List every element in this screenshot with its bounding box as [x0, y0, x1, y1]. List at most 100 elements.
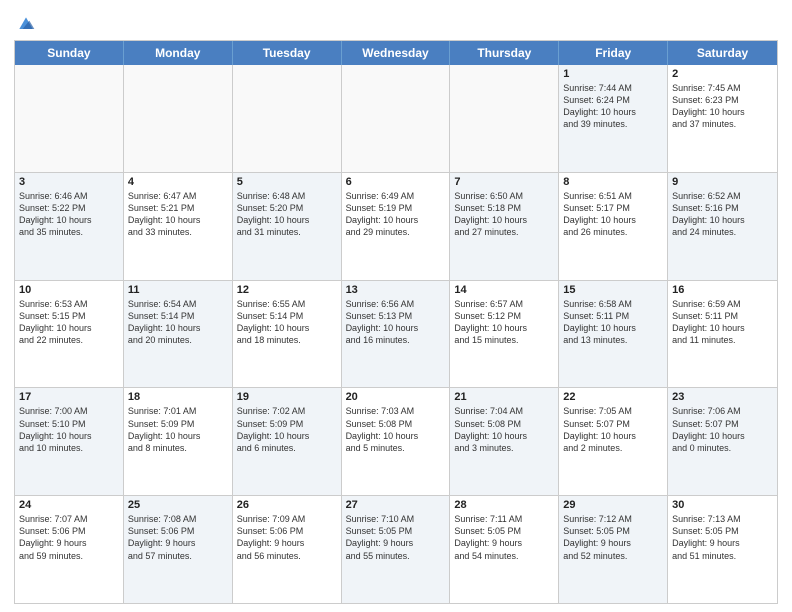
- calendar-cell-22: 22Sunrise: 7:05 AM Sunset: 5:07 PM Dayli…: [559, 388, 668, 495]
- header-day-sunday: Sunday: [15, 41, 124, 65]
- calendar-cell-6: 6Sunrise: 6:49 AM Sunset: 5:19 PM Daylig…: [342, 173, 451, 280]
- day-info: Sunrise: 6:53 AM Sunset: 5:15 PM Dayligh…: [19, 298, 119, 347]
- calendar-cell-10: 10 Sunrise: 6:53 AM Sunset: 5:15 PM Dayli…: [15, 281, 124, 388]
- calendar-cell-19: 19Sunrise: 7:02 AM Sunset: 5:09 PM Dayli…: [233, 388, 342, 495]
- calendar-row-4: 24 Sunrise: 7:07 AM Sunset: 5:06 PM Dayli…: [15, 496, 777, 603]
- day-info: Sunrise: 6:56 AM Sunset: 5:13 PM Dayligh…: [346, 298, 446, 347]
- header: [14, 10, 778, 34]
- calendar-cell-17: 17 Sunrise: 7:00 AM Sunset: 5:10 PM Dayli…: [15, 388, 124, 495]
- day-info: Sunrise: 6:59 AM Sunset: 5:11 PM Dayligh…: [672, 298, 773, 347]
- day-info: Sunrise: 7:12 AM Sunset: 5:05 PM Dayligh…: [563, 513, 663, 562]
- day-number: 25: [128, 499, 228, 511]
- calendar-cell-11: 11 Sunrise: 6:54 AM Sunset: 5:14 PM Dayli…: [124, 281, 233, 388]
- header-day-thursday: Thursday: [450, 41, 559, 65]
- calendar-cell-empty: [342, 65, 451, 172]
- day-info: Sunrise: 6:57 AM Sunset: 5:12 PM Dayligh…: [454, 298, 554, 347]
- day-info: Sunrise: 7:00 AM Sunset: 5:10 PM Dayligh…: [19, 405, 119, 454]
- calendar-cell-23: 23 Sunrise: 7:06 AM Sunset: 5:07 PM Dayli…: [668, 388, 777, 495]
- day-info: Sunrise: 6:55 AM Sunset: 5:14 PM Dayligh…: [237, 298, 337, 347]
- day-number: 9: [672, 176, 773, 188]
- calendar-row-0: 1 Sunrise: 7:44 AM Sunset: 6:24 PM Daylig…: [15, 65, 777, 173]
- day-info: Sunrise: 7:44 AM Sunset: 6:24 PM Dayligh…: [563, 82, 663, 131]
- calendar-cell-empty: [15, 65, 124, 172]
- day-info: Sunrise: 6:51 AM Sunset: 5:17 PM Dayligh…: [563, 190, 663, 239]
- calendar-cell-5: 5 Sunrise: 6:48 AM Sunset: 5:20 PM Daylig…: [233, 173, 342, 280]
- day-number: 21: [454, 391, 554, 403]
- calendar-cell-9: 9 Sunrise: 6:52 AM Sunset: 5:16 PM Daylig…: [668, 173, 777, 280]
- day-info: Sunrise: 7:13 AM Sunset: 5:05 PM Dayligh…: [672, 513, 773, 562]
- calendar-cell-3: 3 Sunrise: 6:46 AM Sunset: 5:22 PM Daylig…: [15, 173, 124, 280]
- day-info: Sunrise: 7:11 AM Sunset: 5:05 PM Dayligh…: [454, 513, 554, 562]
- header-day-friday: Friday: [559, 41, 668, 65]
- day-number: 13: [346, 284, 446, 296]
- calendar-cell-15: 15Sunrise: 6:58 AM Sunset: 5:11 PM Dayli…: [559, 281, 668, 388]
- calendar-cell-empty: [450, 65, 559, 172]
- day-info: Sunrise: 6:58 AM Sunset: 5:11 PM Dayligh…: [563, 298, 663, 347]
- calendar-cell-30: 30 Sunrise: 7:13 AM Sunset: 5:05 PM Dayli…: [668, 496, 777, 603]
- header-day-wednesday: Wednesday: [342, 41, 451, 65]
- day-info: Sunrise: 6:54 AM Sunset: 5:14 PM Dayligh…: [128, 298, 228, 347]
- day-number: 26: [237, 499, 337, 511]
- day-number: 7: [454, 176, 554, 188]
- day-number: 27: [346, 499, 446, 511]
- day-number: 16: [672, 284, 773, 296]
- calendar-cell-8: 8 Sunrise: 6:51 AM Sunset: 5:17 PM Daylig…: [559, 173, 668, 280]
- calendar-cell-24: 24 Sunrise: 7:07 AM Sunset: 5:06 PM Dayli…: [15, 496, 124, 603]
- calendar: SundayMondayTuesdayWednesdayThursdayFrid…: [14, 40, 778, 604]
- day-info: Sunrise: 7:04 AM Sunset: 5:08 PM Dayligh…: [454, 405, 554, 454]
- calendar-cell-27: 27 Sunrise: 7:10 AM Sunset: 5:05 PM Dayli…: [342, 496, 451, 603]
- day-number: 8: [563, 176, 663, 188]
- header-day-monday: Monday: [124, 41, 233, 65]
- day-number: 24: [19, 499, 119, 511]
- calendar-cell-empty: [233, 65, 342, 172]
- day-number: 14: [454, 284, 554, 296]
- calendar-row-1: 3 Sunrise: 6:46 AM Sunset: 5:22 PM Daylig…: [15, 173, 777, 281]
- day-number: 4: [128, 176, 228, 188]
- calendar-cell-25: 25 Sunrise: 7:08 AM Sunset: 5:06 PM Dayli…: [124, 496, 233, 603]
- day-info: Sunrise: 7:45 AM Sunset: 6:23 PM Dayligh…: [672, 82, 773, 131]
- calendar-row-2: 10 Sunrise: 6:53 AM Sunset: 5:15 PM Dayli…: [15, 281, 777, 389]
- header-day-saturday: Saturday: [668, 41, 777, 65]
- day-info: Sunrise: 7:06 AM Sunset: 5:07 PM Dayligh…: [672, 405, 773, 454]
- logo: [14, 14, 36, 34]
- day-info: Sunrise: 7:01 AM Sunset: 5:09 PM Dayligh…: [128, 405, 228, 454]
- calendar-cell-26: 26 Sunrise: 7:09 AM Sunset: 5:06 PM Dayli…: [233, 496, 342, 603]
- day-number: 20: [346, 391, 446, 403]
- day-info: Sunrise: 7:09 AM Sunset: 5:06 PM Dayligh…: [237, 513, 337, 562]
- calendar-cell-13: 13 Sunrise: 6:56 AM Sunset: 5:13 PM Dayli…: [342, 281, 451, 388]
- day-number: 23: [672, 391, 773, 403]
- day-number: 1: [563, 68, 663, 80]
- calendar-cell-20: 20 Sunrise: 7:03 AM Sunset: 5:08 PM Dayli…: [342, 388, 451, 495]
- day-number: 30: [672, 499, 773, 511]
- logo-icon: [16, 14, 36, 34]
- day-info: Sunrise: 6:48 AM Sunset: 5:20 PM Dayligh…: [237, 190, 337, 239]
- calendar-body: 1 Sunrise: 7:44 AM Sunset: 6:24 PM Daylig…: [15, 65, 777, 603]
- day-info: Sunrise: 7:02 AM Sunset: 5:09 PM Dayligh…: [237, 405, 337, 454]
- day-number: 28: [454, 499, 554, 511]
- calendar-cell-empty: [124, 65, 233, 172]
- calendar-cell-2: 2Sunrise: 7:45 AM Sunset: 6:23 PM Daylig…: [668, 65, 777, 172]
- calendar-cell-7: 7Sunrise: 6:50 AM Sunset: 5:18 PM Daylig…: [450, 173, 559, 280]
- day-number: 12: [237, 284, 337, 296]
- header-day-tuesday: Tuesday: [233, 41, 342, 65]
- day-info: Sunrise: 7:07 AM Sunset: 5:06 PM Dayligh…: [19, 513, 119, 562]
- day-info: Sunrise: 6:46 AM Sunset: 5:22 PM Dayligh…: [19, 190, 119, 239]
- calendar-cell-14: 14 Sunrise: 6:57 AM Sunset: 5:12 PM Dayli…: [450, 281, 559, 388]
- day-info: Sunrise: 7:08 AM Sunset: 5:06 PM Dayligh…: [128, 513, 228, 562]
- day-number: 10: [19, 284, 119, 296]
- calendar-cell-12: 12 Sunrise: 6:55 AM Sunset: 5:14 PM Dayli…: [233, 281, 342, 388]
- calendar-cell-28: 28 Sunrise: 7:11 AM Sunset: 5:05 PM Dayli…: [450, 496, 559, 603]
- day-info: Sunrise: 6:52 AM Sunset: 5:16 PM Dayligh…: [672, 190, 773, 239]
- day-number: 3: [19, 176, 119, 188]
- calendar-header: SundayMondayTuesdayWednesdayThursdayFrid…: [15, 41, 777, 65]
- calendar-cell-4: 4Sunrise: 6:47 AM Sunset: 5:21 PM Daylig…: [124, 173, 233, 280]
- day-info: Sunrise: 7:10 AM Sunset: 5:05 PM Dayligh…: [346, 513, 446, 562]
- day-number: 17: [19, 391, 119, 403]
- day-info: Sunrise: 7:03 AM Sunset: 5:08 PM Dayligh…: [346, 405, 446, 454]
- calendar-cell-1: 1 Sunrise: 7:44 AM Sunset: 6:24 PM Daylig…: [559, 65, 668, 172]
- day-info: Sunrise: 7:05 AM Sunset: 5:07 PM Dayligh…: [563, 405, 663, 454]
- day-number: 18: [128, 391, 228, 403]
- day-number: 6: [346, 176, 446, 188]
- day-number: 11: [128, 284, 228, 296]
- day-number: 5: [237, 176, 337, 188]
